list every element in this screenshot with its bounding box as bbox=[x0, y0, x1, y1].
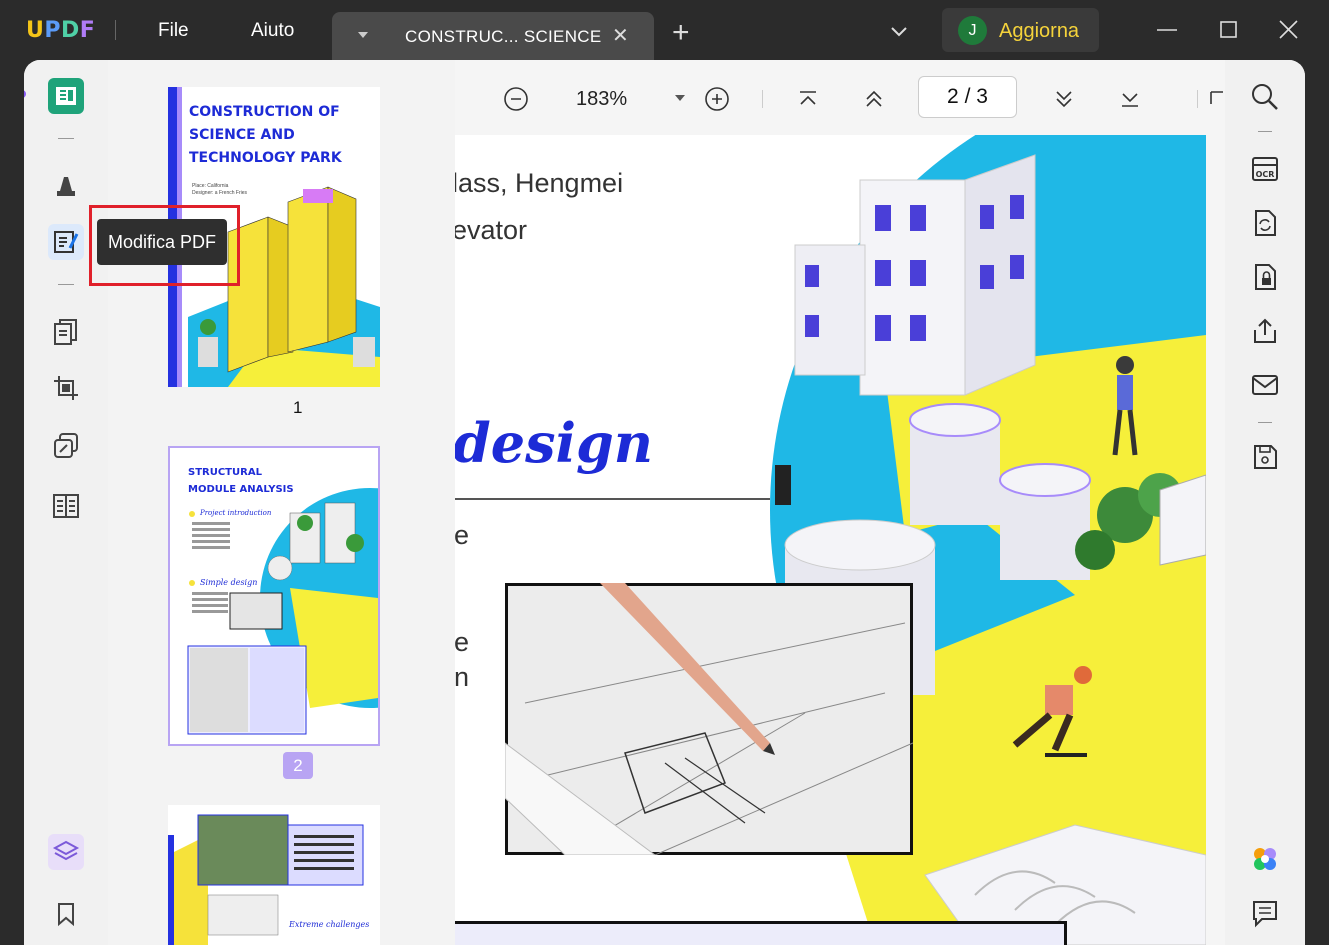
zoom-out-icon[interactable] bbox=[503, 86, 529, 112]
organize-pages-icon[interactable] bbox=[48, 314, 84, 350]
thumbnail-heading: Simple design bbox=[200, 578, 258, 587]
thumbnail-title: CONSTRUCTION OF SCIENCE AND TECHNOLOGY P… bbox=[189, 104, 342, 166]
document-text-fragment[interactable]: e bbox=[455, 627, 469, 658]
document-text-fragment[interactable]: n bbox=[455, 662, 469, 693]
upgrade-button[interactable]: J Aggiorna bbox=[942, 8, 1099, 52]
share-icon[interactable] bbox=[1250, 316, 1280, 346]
previous-page-icon[interactable] bbox=[861, 86, 887, 112]
title-bar: UPDF File Aiuto CONSTRUC... SCIENCE ✕ + … bbox=[0, 0, 1329, 60]
document-tab[interactable]: CONSTRUC... SCIENCE ✕ bbox=[332, 12, 654, 60]
highlight-box bbox=[89, 205, 240, 286]
divider bbox=[1258, 422, 1272, 423]
crop-icon[interactable] bbox=[48, 370, 84, 406]
comment-highlighter-icon[interactable] bbox=[48, 166, 84, 202]
divider bbox=[1258, 131, 1272, 132]
reader-mode-icon[interactable] bbox=[48, 78, 84, 114]
tab-dropdown-icon[interactable] bbox=[358, 32, 368, 38]
active-indicator bbox=[24, 90, 26, 98]
new-tab-button[interactable]: + bbox=[672, 18, 690, 48]
pdf-page[interactable]: lass, Hengmei evator design e e n bbox=[455, 135, 1206, 945]
comment-list-icon[interactable] bbox=[1250, 898, 1280, 928]
zoom-level[interactable]: 183% bbox=[576, 88, 627, 111]
maximize-icon[interactable] bbox=[1217, 18, 1241, 42]
app-frame: CONSTRUCTION OF SCIENCE AND TECHNOLOGY P… bbox=[24, 60, 1305, 945]
divider bbox=[762, 90, 763, 108]
convert-document-icon[interactable] bbox=[1250, 208, 1280, 238]
email-icon[interactable] bbox=[1250, 370, 1280, 400]
bookmark-icon[interactable] bbox=[48, 896, 84, 932]
ai-assistant-icon[interactable] bbox=[1250, 844, 1280, 874]
right-toolbar: OCR bbox=[1225, 60, 1305, 945]
last-page-icon[interactable] bbox=[1117, 86, 1143, 112]
next-page-icon[interactable] bbox=[1051, 86, 1077, 112]
upgrade-label: Aggiorna bbox=[999, 20, 1080, 42]
protect-document-icon[interactable] bbox=[1250, 262, 1280, 292]
chevron-down-icon[interactable] bbox=[888, 20, 910, 42]
svg-text:OCR: OCR bbox=[1256, 170, 1275, 179]
avatar[interactable]: J bbox=[958, 16, 987, 45]
close-window-icon[interactable] bbox=[1277, 18, 1301, 42]
divider bbox=[115, 20, 116, 40]
thumbnail-heading: Extreme challenges bbox=[289, 920, 370, 929]
thumbnail-meta: Designer: a French Fries bbox=[192, 190, 248, 196]
updf-logo: UPDF bbox=[26, 18, 96, 43]
first-page-icon[interactable] bbox=[795, 86, 821, 112]
blueprint-pencil-photo[interactable] bbox=[505, 583, 913, 855]
thumbnail-page-2[interactable]: STRUCTURAL MODULE ANALYSIS Project intro… bbox=[168, 446, 380, 746]
zoom-dropdown-icon[interactable] bbox=[673, 92, 687, 104]
left-toolbar bbox=[24, 60, 108, 945]
view-toolbar: 183% 2 / 3 bbox=[455, 60, 1225, 135]
save-icon[interactable] bbox=[1250, 442, 1280, 472]
document-text-fragment[interactable]: e bbox=[455, 520, 469, 551]
page-number-label: 1 bbox=[293, 398, 303, 417]
zoom-in-icon[interactable] bbox=[704, 86, 730, 112]
thumbnail-title: STRUCTURAL MODULE ANALYSIS bbox=[188, 467, 294, 495]
thumbnail-panel: CONSTRUCTION OF SCIENCE AND TECHNOLOGY P… bbox=[108, 60, 455, 945]
form-icon[interactable] bbox=[48, 488, 84, 524]
thumbnail-meta: Place: California bbox=[192, 183, 229, 189]
document-text-line[interactable]: evator bbox=[455, 215, 527, 246]
search-icon[interactable] bbox=[1250, 82, 1280, 112]
current-page: 2 bbox=[947, 85, 959, 108]
document-text-line[interactable]: lass, Hengmei bbox=[455, 168, 623, 199]
document-heading[interactable]: design bbox=[455, 411, 653, 475]
divider bbox=[58, 138, 74, 139]
page-separator: / bbox=[964, 85, 971, 108]
menu-help[interactable]: Aiuto bbox=[251, 20, 294, 42]
convert-icon[interactable] bbox=[48, 428, 84, 464]
minimize-icon[interactable] bbox=[1155, 18, 1179, 42]
tab-title: CONSTRUC... SCIENCE bbox=[405, 27, 602, 46]
total-pages: 3 bbox=[976, 85, 988, 108]
divider bbox=[1197, 90, 1198, 108]
edit-pdf-icon[interactable] bbox=[48, 224, 84, 260]
layers-icon[interactable] bbox=[48, 834, 84, 870]
divider bbox=[455, 498, 770, 500]
page-number-label-selected: 2 bbox=[283, 752, 313, 779]
display-mode-icon[interactable] bbox=[1207, 86, 1225, 112]
document-viewer: 183% 2 / 3 lass, Hengmei evator design e… bbox=[455, 60, 1225, 945]
divider bbox=[58, 284, 74, 285]
ocr-icon[interactable]: OCR bbox=[1250, 154, 1280, 184]
page-number-field[interactable]: 2 / 3 bbox=[918, 76, 1017, 118]
thumbnail-page-3[interactable]: Extreme challenges bbox=[168, 805, 380, 945]
thumbnail-heading: Project introduction bbox=[200, 509, 272, 517]
tab-close-icon[interactable]: ✕ bbox=[612, 23, 629, 48]
document-box bbox=[455, 921, 1067, 945]
menu-file[interactable]: File bbox=[158, 20, 189, 42]
